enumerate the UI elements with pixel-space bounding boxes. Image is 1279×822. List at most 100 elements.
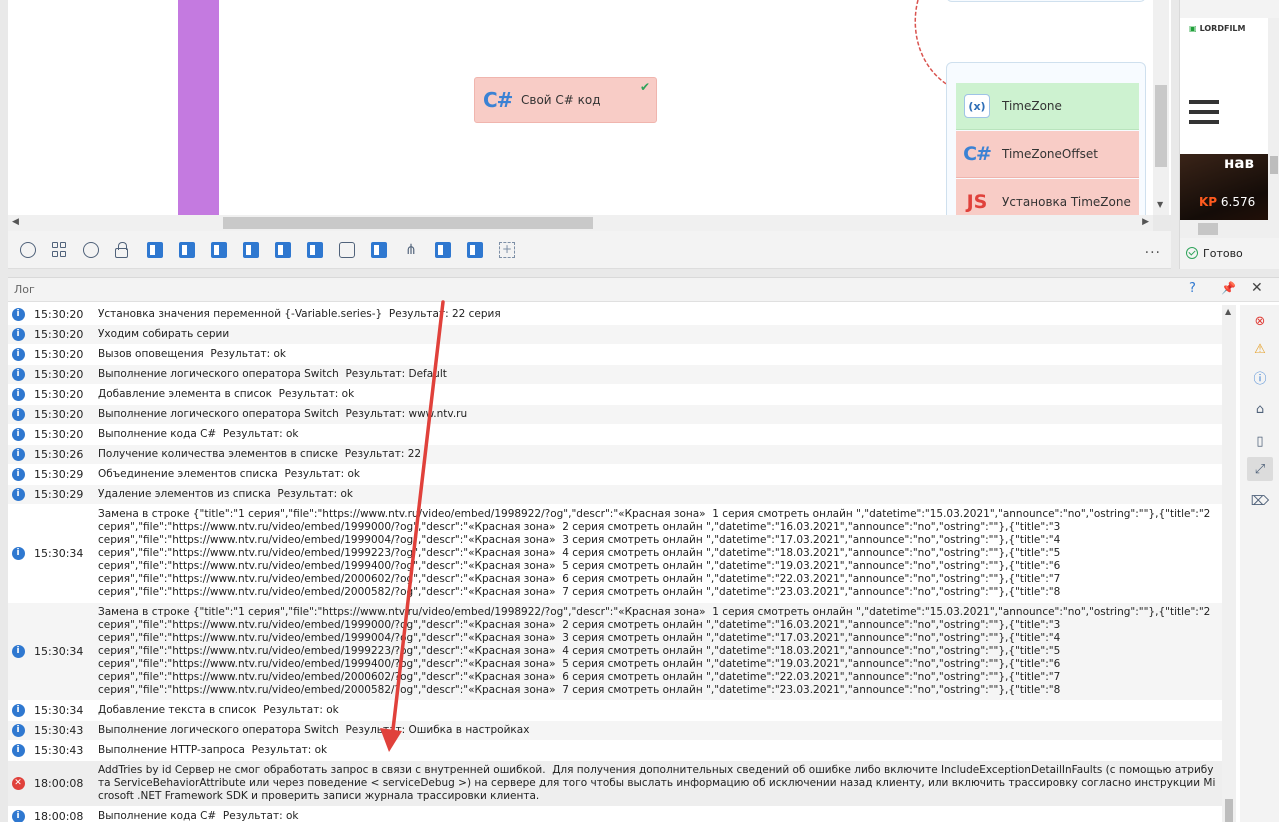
info-filter-icon[interactable]: ⓘ (1247, 365, 1273, 389)
log-row[interactable]: i 15:30:43 Выполнение HTTP-запроса Результ… (8, 741, 1222, 761)
log-header: Лог ? 📌 ✕ (8, 278, 1279, 302)
log-title: Лог (14, 283, 35, 296)
scroll-thumb[interactable] (223, 217, 593, 229)
log-message: Замена в строке {"title":"1 серия","file… (98, 508, 1211, 598)
tag-icon[interactable]: ⌂ (1247, 397, 1273, 421)
log-time: 15:30:34 (34, 704, 84, 717)
scroll-right-icon[interactable]: ▶ (1142, 217, 1149, 227)
scroll-up-icon[interactable]: ▲ (1225, 307, 1231, 316)
log-vertical-scrollbar[interactable]: ▲ (1222, 305, 1236, 822)
menu-icon[interactable] (1189, 100, 1219, 124)
log-message: Замена в строке {"title":"1 серия","file… (98, 606, 1211, 696)
log-time: 15:30:34 (34, 547, 84, 560)
info-icon: i (11, 645, 25, 658)
timezone-variable-block[interactable]: (x) TimeZone (956, 83, 1139, 130)
log-row[interactable]: i 15:30:20 Уходим собирать серии (8, 325, 1222, 345)
log-message: Объединение элементов списка Результат: … (98, 468, 360, 480)
info-icon: i (11, 408, 25, 421)
info-icon: i (11, 704, 25, 717)
log-row[interactable]: i 15:30:20 Добавление элемента в список Ре… (8, 385, 1222, 405)
info-icon: i (11, 388, 25, 401)
help-icon[interactable]: ? (1189, 281, 1196, 296)
log-row[interactable]: i 15:30:20 Установка значения переменной {… (8, 305, 1222, 325)
document-icon[interactable] (307, 242, 323, 258)
log-time: 15:30:20 (34, 308, 84, 321)
tag-clear-icon[interactable]: ⌦ (1247, 489, 1273, 513)
log-time: 15:30:29 (34, 488, 84, 501)
expand-icon[interactable]: ⤢ (1247, 457, 1273, 481)
info-icon: i (11, 428, 25, 441)
log-time: 15:30:20 (34, 348, 84, 361)
log-row[interactable]: i 15:30:34 Замена в строке {"title":"1 сер… (8, 505, 1222, 603)
log-message: Выполнение логического оператора Switch … (98, 408, 468, 420)
scroll-left-icon[interactable]: ◀ (12, 217, 19, 227)
log-time: 15:30:20 (34, 428, 84, 441)
phone-icon[interactable]: ▯ (1247, 429, 1273, 453)
log-row[interactable]: i 15:30:29 Удаление элементов из списка Ре… (8, 485, 1222, 505)
log-message: Установка значения переменной {-Variable… (98, 308, 501, 320)
log-row[interactable]: i 15:30:34 Замена в строке {"title":"1 сер… (8, 603, 1222, 701)
log-time: 15:30:43 (34, 724, 84, 737)
log-filter-sidebar: ⊗ ⚠ ⓘ ⌂ ▯ ⤢ ⌦ (1240, 305, 1279, 822)
tree-icon[interactable]: ⋔ (403, 242, 419, 258)
log-row[interactable]: i 15:30:20 Выполнение кода C# Результат: o… (8, 425, 1222, 445)
scroll-thumb[interactable] (1198, 223, 1218, 235)
document-icon[interactable] (147, 242, 163, 258)
log-list[interactable]: i 15:30:20 Установка значения переменной {… (8, 305, 1222, 822)
log-row[interactable]: i 15:30:29 Объединение элементов списка Ре… (8, 465, 1222, 485)
warning-filter-icon[interactable]: ⚠ (1247, 337, 1273, 361)
log-message: Добавление элемента в список Результат: … (98, 388, 355, 400)
block-label: TimeZoneOffset (1002, 147, 1098, 161)
user-icon[interactable] (83, 242, 99, 258)
scroll-thumb[interactable] (1225, 799, 1233, 822)
log-message: Удаление элементов из списка Результат: … (98, 488, 353, 500)
browser-horizontal-scrollbar[interactable] (1180, 220, 1268, 238)
csharp-icon: C# (963, 143, 992, 165)
log-row[interactable]: i 15:30:43 Выполнение логического оператор… (8, 721, 1222, 741)
log-row[interactable]: i 15:30:20 Выполнение логического оператор… (8, 365, 1222, 385)
document-icon[interactable] (371, 242, 387, 258)
log-time: 15:30:20 (34, 408, 84, 421)
log-message: Получение количества элементов в списке … (98, 448, 422, 460)
more-options-icon[interactable]: ... (1145, 241, 1161, 257)
log-time: 15:30:20 (34, 388, 84, 401)
log-row[interactable]: i 15:30:20 Вызов оповещения Результат: ok (8, 345, 1222, 365)
close-icon[interactable]: ✕ (1251, 280, 1263, 296)
timezone-offset-block[interactable]: C# TimeZoneOffset (956, 131, 1139, 178)
document-icon[interactable] (179, 242, 195, 258)
info-icon: i (11, 308, 25, 321)
error-filter-icon[interactable]: ⊗ (1247, 309, 1273, 333)
document-icon[interactable] (435, 242, 451, 258)
info-icon: i (11, 348, 25, 361)
log-message: Выполнение логического оператора Switch … (98, 368, 447, 380)
log-row[interactable]: i 15:30:34 Добавление текста в список Резу… (8, 701, 1222, 721)
poster-title: нав (1224, 154, 1254, 172)
rating: KP 6.576 (1199, 195, 1256, 209)
browser-vertical-scrollbar[interactable] (1268, 18, 1279, 238)
log-row[interactable]: i 15:30:26 Получение количества элементов … (8, 445, 1222, 465)
browser-viewport[interactable]: ▣ LORDFILM нав KP 6.576 (1180, 18, 1268, 238)
scroll-down-icon[interactable]: ▼ (1157, 200, 1163, 209)
variable-icon: (x) (964, 94, 990, 118)
canvas-vertical-scrollbar[interactable]: ▼ (1153, 0, 1169, 215)
print-icon[interactable] (339, 242, 355, 258)
apps-grid-icon[interactable] (52, 242, 68, 258)
log-row[interactable]: ✕ 18:00:08 AddTries by id Сервер не смог о… (8, 761, 1222, 807)
ok-circle-icon (1186, 247, 1198, 259)
document-icon[interactable] (243, 242, 259, 258)
scroll-thumb[interactable] (1270, 156, 1278, 174)
site-logo: ▣ LORDFILM (1189, 24, 1246, 33)
document-icon[interactable] (275, 242, 291, 258)
log-row[interactable]: i 15:30:20 Выполнение логического оператор… (8, 405, 1222, 425)
settings-icon[interactable] (20, 242, 36, 258)
document-icon[interactable] (467, 242, 483, 258)
pin-icon[interactable]: 📌 (1221, 281, 1236, 295)
scroll-thumb[interactable] (1155, 85, 1167, 167)
document-icon[interactable] (211, 242, 227, 258)
add-block-icon[interactable]: + (499, 242, 515, 258)
log-message: Выполнение логического оператора Switch … (98, 724, 530, 736)
canvas-horizontal-scrollbar[interactable]: ◀ ▶ (8, 215, 1153, 231)
log-row[interactable]: i 18:00:08 Выполнение кода C# Результат: o… (8, 807, 1222, 822)
lock-icon[interactable] (115, 242, 128, 258)
info-icon: i (11, 448, 25, 461)
